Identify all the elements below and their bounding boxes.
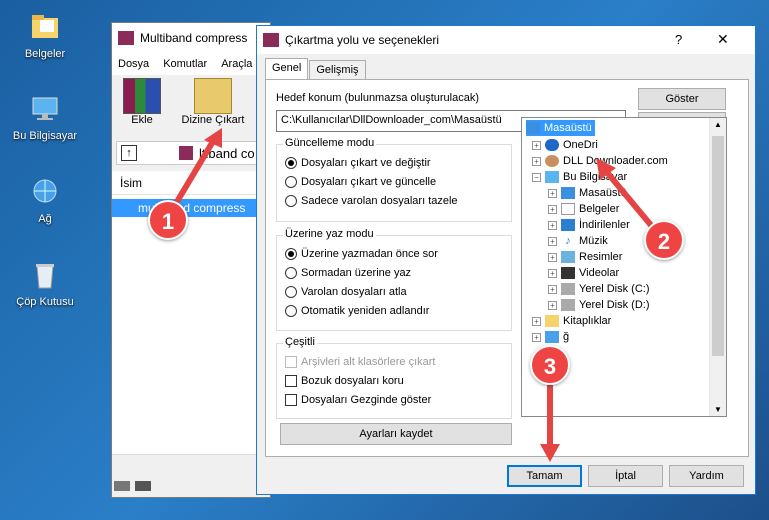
annotation-arrows <box>172 128 658 462</box>
arrow-2 <box>602 168 658 232</box>
arrowhead-3 <box>540 444 560 462</box>
step-marker-3: 3 <box>530 345 570 385</box>
step-marker-1: 1 <box>148 200 188 240</box>
step-marker-2: 2 <box>644 220 684 260</box>
arrow-1 <box>172 136 218 207</box>
